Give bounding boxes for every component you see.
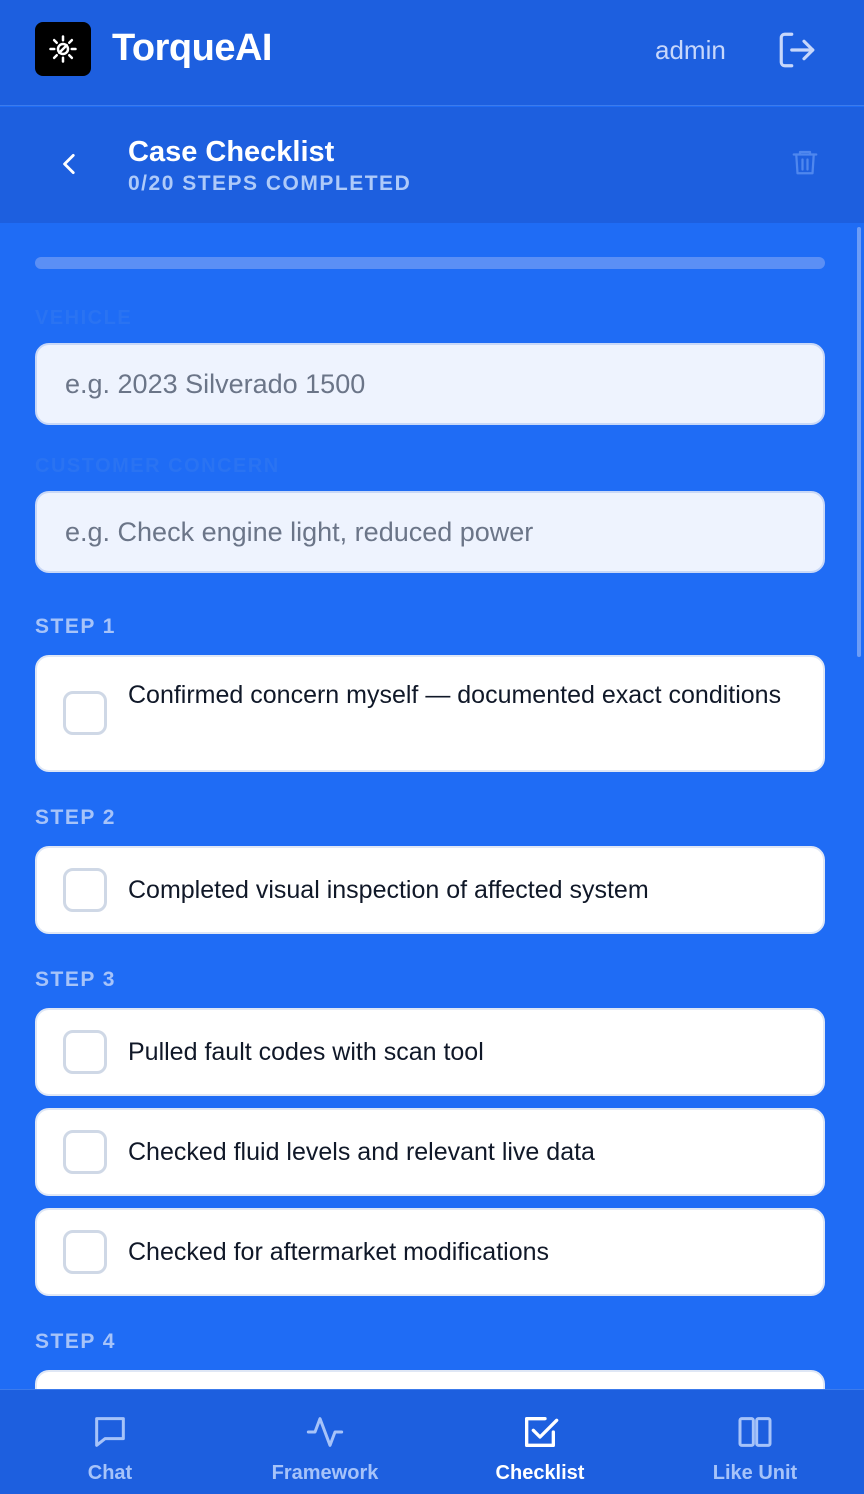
gear-wrench-icon — [49, 35, 77, 63]
vehicle-label: VEHICLE — [35, 307, 133, 329]
checklist-item[interactable] — [35, 1370, 825, 1389]
nav-item-checklist[interactable]: Checklist — [432, 1390, 648, 1494]
logout-icon — [779, 32, 815, 68]
delete-case-button[interactable] — [788, 145, 822, 179]
activity-pulse-icon — [305, 1412, 345, 1452]
nav-label-framework: Framework — [271, 1462, 379, 1484]
checkbox[interactable] — [63, 1030, 107, 1074]
progress-bar — [35, 257, 825, 269]
app-header: TorqueAI admin — [0, 0, 864, 106]
columns-icon — [735, 1412, 775, 1452]
checklist-header: Case Checklist 0/20 STEPS COMPLETED — [0, 107, 864, 223]
step-1-label: STEP 1 — [35, 615, 116, 638]
bottom-nav: Chat Framework Checklist Like Unit — [0, 1389, 864, 1494]
username[interactable]: admin — [655, 35, 726, 66]
nav-item-like-unit[interactable]: Like Unit — [647, 1390, 863, 1494]
step-4-label: STEP 4 — [35, 1330, 116, 1353]
chevron-left-icon — [63, 153, 75, 175]
checklist-item[interactable]: Completed visual inspection of affected … — [35, 846, 825, 934]
customer-concern-label: CUSTOMER CONCERN — [35, 455, 280, 477]
checklist-content[interactable]: VEHICLE CUSTOMER CONCERN STEP 1 Confirme… — [0, 223, 864, 1389]
trash-icon — [792, 150, 818, 175]
app-title: TorqueAI — [112, 27, 272, 69]
nav-label-checklist: Checklist — [495, 1462, 585, 1484]
checkbox[interactable] — [63, 1130, 107, 1174]
chat-bubble-icon — [90, 1412, 130, 1452]
logout-button[interactable] — [774, 28, 820, 72]
checklist-item[interactable]: Confirmed concern myself — documented ex… — [35, 655, 825, 772]
app-logo — [35, 22, 91, 76]
checklist-item-text: Confirmed concern myself — documented ex… — [128, 681, 782, 709]
checklist-item-text: Pulled fault codes with scan tool — [128, 1038, 484, 1066]
nav-item-framework[interactable]: Framework — [217, 1390, 433, 1494]
step-3-label: STEP 3 — [35, 968, 116, 991]
nav-item-chat[interactable]: Chat — [2, 1390, 218, 1494]
checkbox[interactable] — [63, 868, 107, 912]
steps-completed-status: 0/20 STEPS COMPLETED — [128, 172, 412, 195]
checklist-item[interactable]: Pulled fault codes with scan tool — [35, 1008, 825, 1096]
nav-label-chat: Chat — [87, 1462, 133, 1484]
checklist-item-text: Checked fluid levels and relevant live d… — [128, 1138, 595, 1166]
checkbox[interactable] — [63, 691, 107, 735]
scrollbar[interactable] — [857, 227, 861, 657]
back-button[interactable] — [55, 147, 85, 181]
page-title: Case Checklist — [128, 136, 335, 168]
customer-concern-input[interactable] — [35, 491, 825, 573]
nav-label-like-unit: Like Unit — [712, 1462, 798, 1484]
step-2-label: STEP 2 — [35, 806, 116, 829]
vehicle-input[interactable] — [35, 343, 825, 425]
checkbox-icon — [520, 1412, 560, 1452]
checklist-item-text: Checked for aftermarket modifications — [128, 1238, 550, 1266]
checklist-item[interactable]: Checked fluid levels and relevant live d… — [35, 1108, 825, 1196]
checkbox[interactable] — [63, 1230, 107, 1274]
checklist-item[interactable]: Checked for aftermarket modifications — [35, 1208, 825, 1296]
checklist-item-text: Completed visual inspection of affected … — [128, 876, 649, 904]
